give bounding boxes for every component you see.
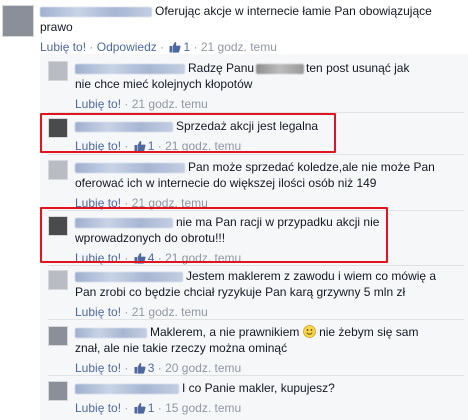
timestamp[interactable]: 21 godz. temu [132, 196, 208, 210]
comment-text: nie ma Pan racji w przypadku akcji nie [176, 215, 380, 229]
author-name[interactable] [75, 121, 173, 132]
comment-text-2: Pan zrobi co będzie chciał ryzykuje Pan … [75, 285, 406, 299]
thumbs-up-icon [134, 402, 146, 414]
comment-text-b: nie żebym się sam [319, 325, 419, 339]
like-count[interactable]: 1 [148, 401, 155, 415]
comment-text: Jestem maklerem z zawodu i wiem co mówię… [186, 269, 437, 283]
thumbs-up-icon [134, 362, 146, 374]
comment-text: Radzę Panu [188, 61, 255, 75]
like-count[interactable]: 4 [148, 251, 155, 265]
avatar[interactable] [48, 160, 68, 180]
like-link[interactable]: Lubię to! [75, 251, 121, 265]
author-name[interactable] [75, 271, 183, 282]
author-name[interactable] [40, 6, 152, 17]
avatar[interactable] [48, 216, 68, 236]
like-link[interactable]: Lubię to! [75, 401, 121, 415]
thumbs-up-icon [134, 140, 146, 152]
timestamp[interactable]: 21 godz. temu [201, 40, 277, 54]
like-count[interactable]: 1 [183, 40, 190, 54]
comment-text-b: ten post usunąć jak [306, 61, 410, 75]
avatar[interactable] [48, 326, 68, 346]
like-link[interactable]: Lubię to! [75, 196, 121, 210]
author-name[interactable] [75, 383, 179, 394]
timestamp[interactable]: 21 godz. temu [165, 251, 241, 265]
like-count[interactable]: 1 [148, 139, 155, 153]
comment-text: Maklerem, a nie prawnikiem [150, 325, 300, 339]
reply-link[interactable]: Odpowiedz [97, 40, 157, 54]
like-link[interactable]: Lubię to! [40, 40, 86, 54]
timestamp[interactable]: 21 godz. temu [165, 139, 241, 153]
author-name[interactable] [75, 63, 185, 74]
thumbs-up-icon [134, 252, 146, 264]
comment-text-2: wprowadzonych do obrotu!!! [75, 231, 226, 245]
like-link[interactable]: Lubię to! [75, 139, 121, 153]
timestamp[interactable]: 15 godz. temu [165, 401, 241, 415]
divider [48, 210, 464, 211]
like-count[interactable]: 3 [148, 361, 155, 375]
comment-text: Sprzedaż akcji jest legalna [176, 119, 319, 133]
like-link[interactable]: Lubię to! [75, 97, 121, 111]
avatar[interactable] [48, 270, 68, 290]
comment-text-2: prawo [40, 20, 73, 34]
timestamp[interactable]: 21 godz. temu [132, 305, 208, 319]
like-link[interactable]: Lubię to! [75, 305, 121, 319]
author-name[interactable] [75, 327, 147, 338]
divider [48, 154, 464, 155]
comment-text-2: nie chce mieć kolejnych kłopotów [75, 77, 253, 91]
divider [48, 112, 464, 113]
comment-text-2: znał, ale nie takie rzeczy można ominąć [75, 341, 288, 355]
author-name[interactable] [75, 162, 185, 173]
timestamp[interactable]: 20 godz. temu [165, 361, 241, 375]
timestamp[interactable]: 21 godz. temu [132, 97, 208, 111]
divider [48, 375, 464, 376]
thumbs-up-icon [169, 41, 181, 53]
comment-text-2: oferować ich w internecie do większej il… [75, 176, 377, 190]
comment-text: Oferując akcje w internecie łamie Pan ob… [155, 4, 432, 18]
redacted-name [256, 63, 305, 74]
avatar[interactable] [48, 381, 68, 401]
author-name[interactable] [75, 217, 173, 228]
avatar[interactable] [48, 61, 68, 81]
divider [48, 319, 464, 320]
smiley-icon [302, 325, 316, 338]
avatar[interactable] [2, 5, 34, 37]
like-link[interactable]: Lubię to! [75, 361, 121, 375]
comment-text: Pan może sprzedać koledze,ale nie może P… [188, 160, 435, 174]
avatar[interactable] [48, 118, 68, 138]
comment-text: I co Panie makler, kupujesz? [182, 381, 335, 395]
divider [48, 265, 464, 266]
